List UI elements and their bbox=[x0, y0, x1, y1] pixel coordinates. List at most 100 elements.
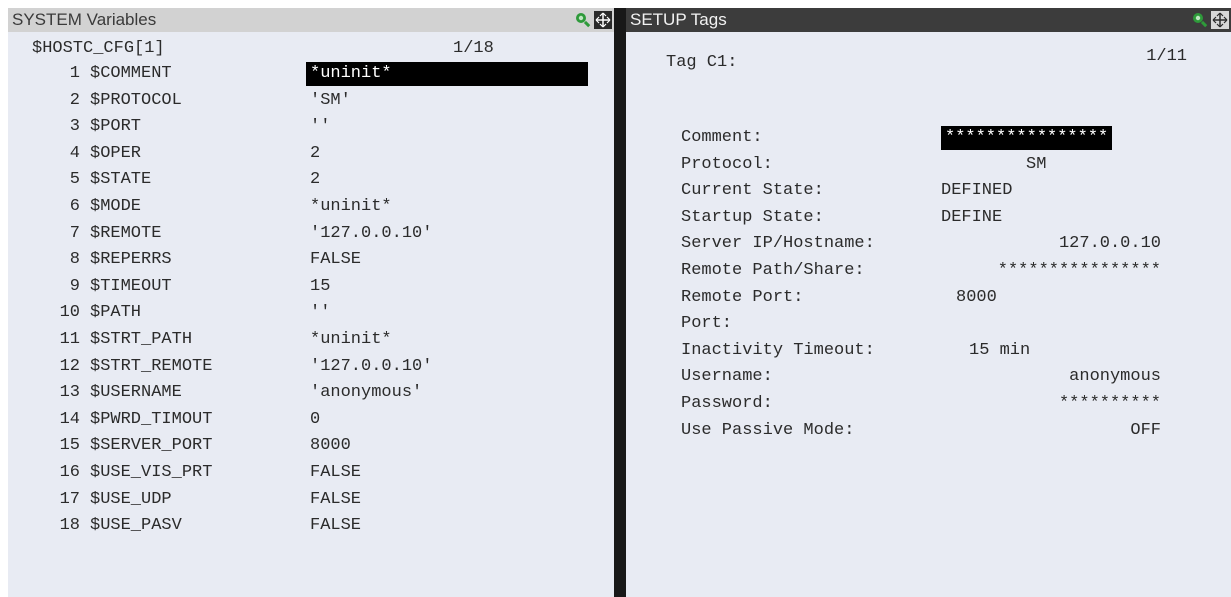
variable-value[interactable]: '' bbox=[310, 303, 330, 322]
setup-label: Comment: bbox=[681, 128, 763, 147]
variable-value[interactable]: FALSE bbox=[310, 250, 361, 269]
maximize-icon[interactable] bbox=[1211, 11, 1229, 29]
variable-row[interactable]: 15 $SERVER_PORT 8000 bbox=[8, 434, 614, 460]
variable-index: 16 bbox=[59, 463, 80, 482]
variable-value[interactable]: 'anonymous' bbox=[310, 383, 422, 402]
variable-value[interactable]: 8000 bbox=[310, 436, 351, 455]
setup-value[interactable]: anonymous bbox=[1069, 367, 1161, 386]
variable-row[interactable]: 16 $USE_VIS_PRT FALSE bbox=[8, 461, 614, 487]
magnifier-icon[interactable] bbox=[1191, 11, 1209, 29]
variable-row[interactable]: 14 $PWRD_TIMOUT 0 bbox=[8, 408, 614, 434]
variable-index: 6 bbox=[69, 197, 80, 216]
variable-row[interactable]: 17 $USE_UDP FALSE bbox=[8, 488, 614, 514]
maximize-icon[interactable] bbox=[594, 11, 612, 29]
variable-value[interactable]: FALSE bbox=[310, 463, 361, 482]
variable-index: 17 bbox=[59, 489, 80, 509]
setup-row[interactable]: Startup State: DEFINE bbox=[626, 206, 1231, 232]
setup-value[interactable]: ********** bbox=[1059, 394, 1161, 413]
magnifier-icon[interactable] bbox=[574, 11, 592, 29]
setup-row[interactable]: Server IP/Hostname: 127.0.0.10 bbox=[626, 232, 1231, 258]
variable-value[interactable]: 'SM' bbox=[310, 91, 351, 110]
setup-value[interactable]: **************** bbox=[998, 261, 1161, 280]
setup-row[interactable]: Protocol: SM bbox=[626, 153, 1231, 179]
setup-label: Username: bbox=[681, 367, 773, 387]
variable-row[interactable]: 13 $USERNAME 'anonymous' bbox=[8, 381, 614, 407]
variable-value[interactable]: FALSE bbox=[310, 490, 361, 509]
setup-row[interactable]: Port: bbox=[626, 312, 1231, 338]
variable-value[interactable]: 15 bbox=[310, 277, 330, 296]
variable-name: $REPERRS bbox=[90, 250, 172, 270]
setup-label: Remote Port: bbox=[681, 287, 804, 307]
setup-label: Protocol: bbox=[681, 154, 773, 174]
setup-row[interactable]: Remote Path/Share: **************** bbox=[626, 259, 1231, 285]
setup-label: Server IP/Hostname: bbox=[681, 234, 875, 254]
setup-label: Use Passive Mode: bbox=[681, 420, 855, 440]
variable-row[interactable]: 8 $REPERRS FALSE bbox=[8, 248, 614, 274]
variable-row[interactable]: 4 $OPER 2 bbox=[8, 142, 614, 168]
setup-row[interactable]: Comment: **************** bbox=[626, 126, 1231, 152]
variable-name: $STRT_REMOTE bbox=[90, 356, 213, 376]
variable-row[interactable]: 10 $PATH '' bbox=[8, 301, 614, 327]
variable-row[interactable]: 7 $REMOTE '127.0.0.10' bbox=[8, 222, 614, 248]
variable-index: 1 bbox=[69, 64, 80, 83]
setup-value[interactable]: DEFINE bbox=[941, 208, 1002, 227]
variable-name: $OPER bbox=[90, 143, 142, 163]
setup-row[interactable]: Current State: DEFINED bbox=[626, 179, 1231, 205]
variable-name: $COMMENT bbox=[90, 64, 172, 83]
variable-value[interactable]: 2 bbox=[310, 144, 320, 163]
variable-index: 10 bbox=[59, 303, 80, 323]
variable-row[interactable]: 9 $TIMEOUT 15 bbox=[8, 275, 614, 301]
setup-value[interactable]: DEFINED bbox=[941, 181, 1012, 200]
variable-value[interactable]: 0 bbox=[310, 410, 320, 429]
variable-value[interactable]: 2 bbox=[310, 170, 320, 189]
variable-value[interactable]: *uninit* bbox=[310, 197, 392, 216]
variable-value[interactable]: FALSE bbox=[310, 516, 361, 535]
setup-row[interactable]: Remote Port: 8000 bbox=[626, 286, 1231, 312]
setup-row[interactable]: Username: anonymous bbox=[626, 365, 1231, 391]
setup-row[interactable]: Password: ********** bbox=[626, 392, 1231, 418]
variable-row[interactable]: 6 $MODE *uninit* bbox=[8, 195, 614, 221]
setup-value[interactable]: SM bbox=[1026, 155, 1046, 174]
page-indicator: 1/18 bbox=[453, 39, 494, 58]
setup-row[interactable]: Inactivity Timeout: 15 min bbox=[626, 339, 1231, 365]
variable-value[interactable]: *uninit* bbox=[310, 330, 392, 349]
variable-value[interactable]: '' bbox=[310, 117, 330, 136]
variable-row[interactable]: 5 $STATE 2 bbox=[8, 168, 614, 194]
setup-value[interactable]: 15 min bbox=[969, 341, 1030, 360]
variable-name: $STATE bbox=[90, 170, 152, 190]
variable-value-selected[interactable]: *uninit* bbox=[306, 62, 588, 86]
setup-value[interactable]: 8000 bbox=[956, 288, 997, 307]
variable-group-name: $HOSTC_CFG[1] bbox=[32, 39, 165, 58]
variable-value[interactable]: '127.0.0.10' bbox=[310, 357, 432, 376]
variable-value[interactable]: '127.0.0.10' bbox=[310, 224, 432, 243]
variable-row[interactable]: 3 $PORT '' bbox=[8, 115, 614, 141]
system-variables-title: SYSTEM Variables bbox=[12, 10, 157, 29]
variable-row[interactable]: 12 $STRT_REMOTE '127.0.0.10' bbox=[8, 355, 614, 381]
setup-value[interactable]: OFF bbox=[1130, 421, 1161, 440]
variable-row[interactable]: 18 $USE_PASV FALSE bbox=[8, 514, 614, 540]
variable-index: 12 bbox=[59, 356, 80, 376]
variable-index: 15 bbox=[59, 436, 80, 456]
variable-index: 4 bbox=[69, 143, 80, 163]
setup-label: Startup State: bbox=[681, 207, 824, 227]
variable-index: 7 bbox=[69, 223, 80, 243]
variable-name: $SERVER_PORT bbox=[90, 436, 213, 456]
variable-name: $USE_VIS_PRT bbox=[90, 463, 213, 482]
setup-value-selected[interactable]: **************** bbox=[941, 126, 1113, 150]
variable-name: $USERNAME bbox=[90, 383, 182, 403]
variable-name: $PORT bbox=[90, 117, 142, 137]
variable-name: $PWRD_TIMOUT bbox=[90, 409, 213, 429]
variable-row[interactable]: 11 $STRT_PATH *uninit* bbox=[8, 328, 614, 354]
setup-tags-title: SETUP Tags bbox=[630, 10, 727, 29]
setup-row[interactable]: Use Passive Mode: OFF bbox=[626, 419, 1231, 445]
variable-row[interactable]: 1 $COMMENT *uninit* bbox=[8, 62, 614, 88]
variable-index: 3 bbox=[69, 117, 80, 137]
variable-name: $MODE bbox=[90, 197, 142, 216]
setup-value[interactable]: 127.0.0.10 bbox=[1059, 234, 1161, 253]
setup-tags-titlebar: SETUP Tags bbox=[626, 8, 1231, 32]
variable-name: $TIMEOUT bbox=[90, 276, 172, 296]
variable-index: 18 bbox=[59, 516, 80, 536]
variable-row[interactable]: 2 $PROTOCOL 'SM' bbox=[8, 89, 614, 115]
variable-index: 2 bbox=[69, 90, 80, 110]
setup-label: Port: bbox=[681, 314, 733, 334]
